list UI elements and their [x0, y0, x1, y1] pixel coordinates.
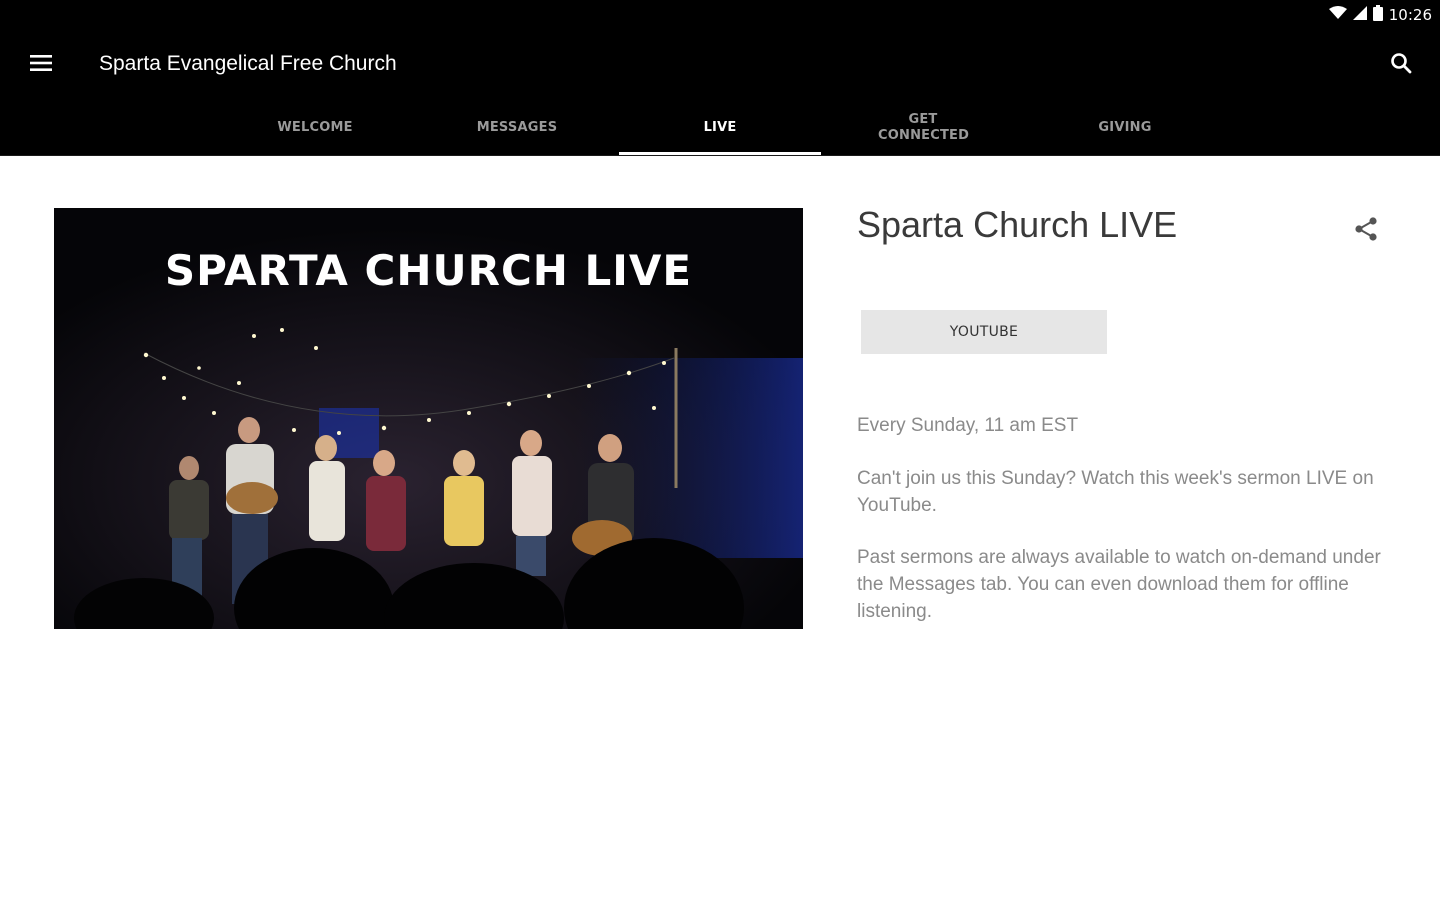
- tab-get-connected[interactable]: GET CONNECTED: [822, 100, 1024, 155]
- tab-label: WELCOME: [277, 119, 353, 135]
- schedule-text: Every Sunday, 11 am EST: [857, 415, 1079, 436]
- wifi-icon: [1328, 5, 1347, 25]
- status-time: 10:26: [1388, 6, 1432, 24]
- description-paragraph: Can't join us this Sunday? Watch this we…: [857, 468, 1374, 516]
- live-hero-image[interactable]: SPARTA CHURCH LIVE: [54, 208, 803, 629]
- app-title: Sparta Evangelical Free Church: [99, 52, 397, 75]
- youtube-button[interactable]: YOUTUBE: [861, 310, 1107, 354]
- search-icon: [1390, 52, 1412, 79]
- tab-label: MESSAGES: [476, 119, 558, 135]
- battery-icon: [1372, 4, 1383, 26]
- signal-icon: [1352, 5, 1367, 25]
- tab-bar: WELCOME MESSAGES LIVE GET CONNECTED GIVI…: [0, 100, 1440, 156]
- tab-giving[interactable]: GIVING: [1024, 100, 1226, 155]
- tab-label: LIVE: [703, 119, 737, 135]
- share-button[interactable]: [1345, 210, 1387, 252]
- tab-label: GET CONNECTED: [878, 111, 970, 143]
- status-icons: 10:26: [1328, 4, 1432, 26]
- share-icon: [1352, 215, 1380, 248]
- tab-live[interactable]: LIVE: [619, 100, 821, 155]
- menu-button[interactable]: [20, 44, 62, 86]
- tab-messages[interactable]: MESSAGES: [416, 100, 618, 155]
- tab-welcome[interactable]: WELCOME: [214, 100, 416, 155]
- tab-label: GIVING: [1098, 119, 1152, 135]
- page-title: Sparta Church LIVE: [857, 204, 1178, 245]
- hero-title: SPARTA CHURCH LIVE: [164, 246, 693, 295]
- search-button[interactable]: [1380, 44, 1422, 86]
- status-bar: 10:26: [0, 0, 1440, 30]
- app-bar: Sparta Evangelical Free Church: [0, 30, 1440, 100]
- menu-icon: [30, 54, 52, 77]
- description-paragraph: Past sermons are always available to wat…: [857, 547, 1381, 622]
